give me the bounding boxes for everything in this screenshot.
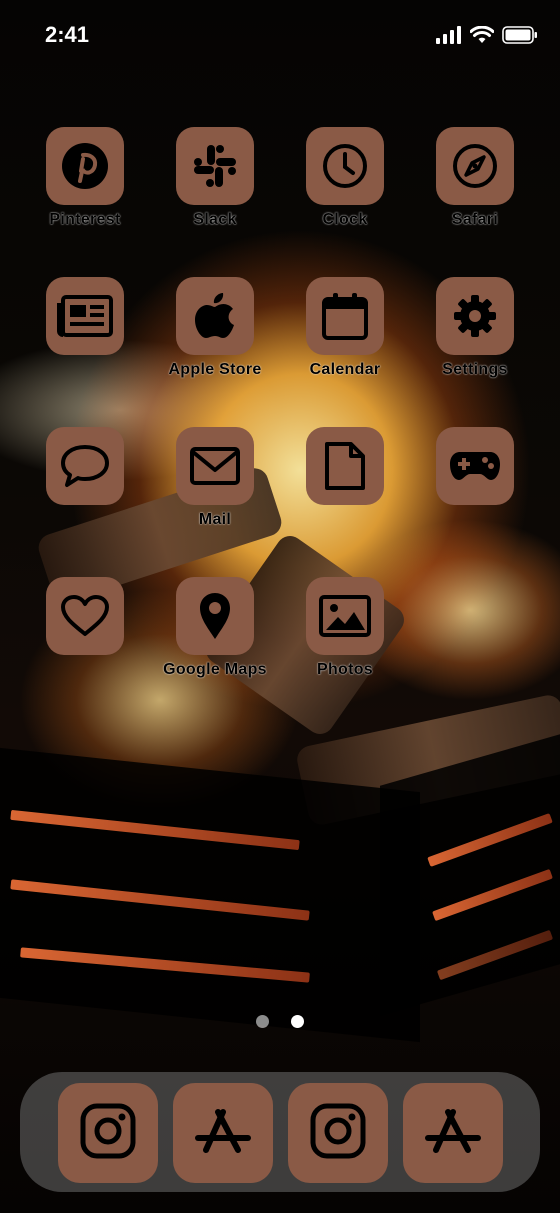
instagram-icon [309,1102,367,1165]
app-mail[interactable]: Mail [150,427,280,557]
status-bar: 2:41 [0,0,560,70]
photos-icon[interactable] [306,577,384,655]
app-label: Pinterest [49,211,121,228]
app-slack[interactable]: Slack [150,127,280,257]
heart-icon[interactable] [46,577,124,655]
dock-app-app-store[interactable] [173,1083,273,1183]
gear-icon[interactable] [436,277,514,355]
signal-icon [436,26,462,49]
page-indicator[interactable] [0,1015,560,1028]
app-games[interactable] [410,427,540,557]
app-label: Mail [198,511,232,528]
app-store-icon [424,1104,482,1163]
clock-icon[interactable] [306,127,384,205]
app-label: Settings [442,361,508,378]
app-store-icon [194,1104,252,1163]
speech-bubble-icon[interactable] [46,427,124,505]
app-label: Clock [322,211,368,228]
app-label: Safari [451,211,499,228]
app-news[interactable] [20,277,150,407]
app-photos[interactable]: Photos [280,577,410,707]
app-clock[interactable]: Clock [280,127,410,257]
app-label: Google Maps [163,661,267,678]
page-dot[interactable] [256,1015,269,1028]
fire-basket [0,747,420,1043]
app-calendar[interactable]: Calendar [280,277,410,407]
gamepad-icon[interactable] [436,427,514,505]
app-safari[interactable]: Safari [410,127,540,257]
status-icons [436,25,538,49]
app-label: Calendar [309,361,381,378]
apple-icon[interactable] [176,277,254,355]
pinterest-icon[interactable] [46,127,124,205]
dock [20,1072,540,1192]
dock-app-app-store[interactable] [403,1083,503,1183]
dock-app-instagram[interactable] [58,1083,158,1183]
app-health[interactable] [20,577,150,707]
app-label: Slack [193,211,237,228]
document-icon[interactable] [306,427,384,505]
app-messages[interactable] [20,427,150,557]
map-pin-icon[interactable] [176,577,254,655]
app-label: Apple Store [168,361,262,378]
instagram-icon [79,1102,137,1165]
app-apple-store[interactable]: Apple Store [150,277,280,407]
app-files[interactable] [280,427,410,557]
battery-icon [502,26,538,49]
page-dot-active[interactable] [291,1015,304,1028]
app-label: Photos [316,661,374,678]
slack-icon[interactable] [176,127,254,205]
app-pinterest[interactable]: Pinterest [20,127,150,257]
news-icon[interactable] [46,277,124,355]
app-settings[interactable]: Settings [410,277,540,407]
wifi-icon [469,25,495,49]
app-google-maps[interactable]: Google Maps [150,577,280,707]
compass-icon[interactable] [436,127,514,205]
dock-app-instagram[interactable] [288,1083,388,1183]
status-time: 2:41 [45,22,90,47]
calendar-icon[interactable] [306,277,384,355]
mail-icon[interactable] [176,427,254,505]
